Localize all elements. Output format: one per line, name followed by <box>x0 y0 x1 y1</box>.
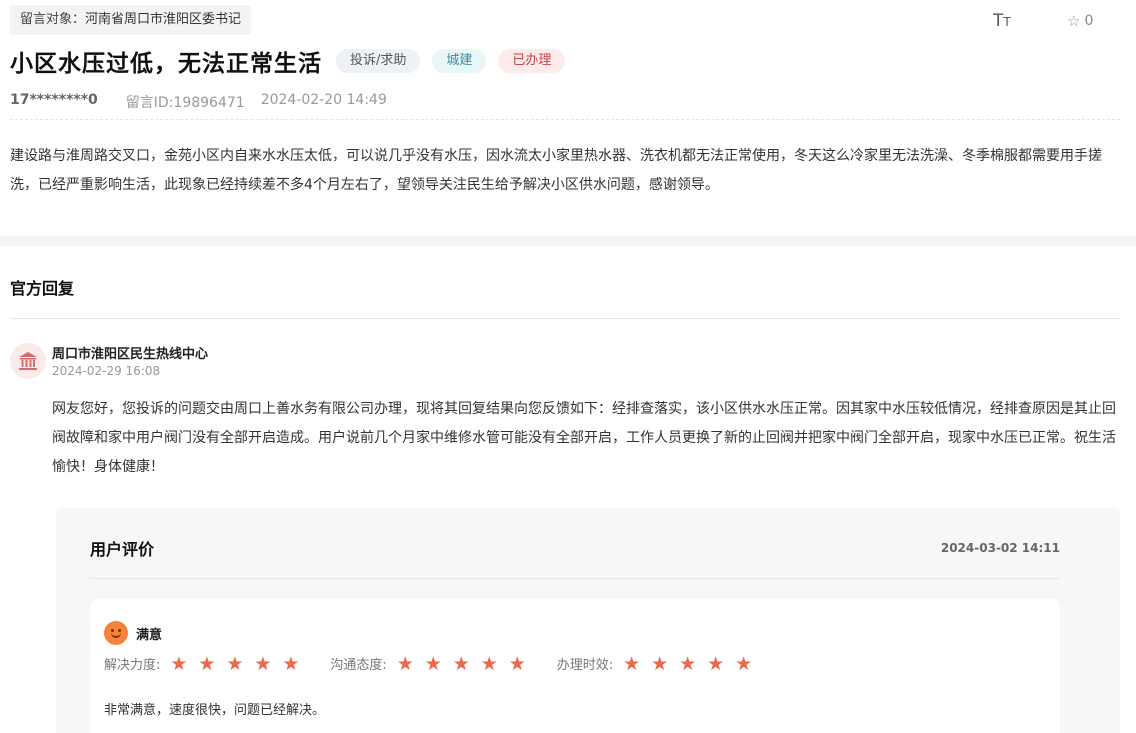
star-icon: ★ <box>198 652 216 675</box>
rating-resolution: 解决力度: ★ ★ ★ ★ ★ <box>104 654 300 673</box>
star-icon: ★ <box>396 652 414 675</box>
star-icon: ★ <box>707 652 725 675</box>
star-icon: ★ <box>254 652 272 675</box>
star-icon: ★ <box>651 652 669 675</box>
star-icon: ★ <box>623 652 641 675</box>
star-outline-icon: ☆ <box>1067 12 1081 30</box>
smiley-face-icon <box>104 621 128 645</box>
star-icon: ★ <box>679 652 697 675</box>
favorite-count: 0 <box>1084 13 1094 29</box>
rating-communication: 沟通态度: ★ ★ ★ ★ ★ <box>330 654 526 673</box>
user-evaluation-card: 用户评价 2024-03-02 14:11 满意 解决力度: ★ ★ ★ ★ ★ 沟通态… <box>56 508 1120 733</box>
reply-time: 2024-02-29 16:08 <box>52 364 161 378</box>
message-title: 小区水压过低，无法正常生活 <box>10 51 322 77</box>
message-id: 留言ID:19896471 <box>125 95 245 111</box>
government-building-icon <box>10 343 46 379</box>
author-phone: 17********0 <box>10 92 98 108</box>
message-target-chip: 留言对象：河南省周口市淮阳区委书记 <box>10 5 252 35</box>
evaluation-title: 用户评价 <box>90 540 155 559</box>
divider <box>90 578 1060 579</box>
rating-label: 解决力度: <box>104 658 161 673</box>
rating-label: 沟通态度: <box>330 658 387 673</box>
star-icon: ★ <box>452 652 470 675</box>
tag-type: 投诉/求助 <box>336 49 421 73</box>
star-icon: ★ <box>508 652 526 675</box>
evaluation-mood: 满意 <box>104 621 162 645</box>
reply-org-name: 周口市淮阳区民生热线中心 <box>52 347 209 362</box>
star-rating: ★ ★ ★ ★ ★ <box>396 652 527 675</box>
target-value: 河南省周口市淮阳区委书记 <box>85 12 242 27</box>
star-icon: ★ <box>226 652 244 675</box>
tag-status: 已办理 <box>498 49 566 73</box>
divider <box>10 318 1120 319</box>
favorite-button[interactable]: ☆ 0 <box>1067 12 1093 30</box>
evaluation-detail: 满意 解决力度: ★ ★ ★ ★ ★ 沟通态度: ★ ★ ★ ★ ★ 办理时效: ★ ★ ★ ★ ★ 非… <box>90 599 1060 733</box>
tag-category: 城建 <box>432 49 487 73</box>
rating-timeliness: 办理时效: ★ ★ ★ ★ ★ <box>557 654 753 673</box>
font-size-toggle-icon[interactable]: TT <box>993 11 1011 31</box>
ratings-row: 解决力度: ★ ★ ★ ★ ★ 沟通态度: ★ ★ ★ ★ ★ 办理时效: ★ ★ ★ ★ ★ <box>104 654 753 673</box>
message-meta: 17********0 留言ID:19896471 2024-02-20 14:… <box>10 92 387 112</box>
star-icon: ★ <box>735 652 753 675</box>
reply-content: 网友您好，您投诉的问题交由周口上善水务有限公司办理，现将其回复结果向您反馈如下：… <box>52 401 1116 475</box>
star-icon: ★ <box>424 652 442 675</box>
message-datetime: 2024-02-20 14:49 <box>260 92 387 108</box>
title-row: 小区水压过低，无法正常生活 投诉/求助 城建 已办理 <box>10 44 577 78</box>
rating-label: 办理时效: <box>556 658 614 673</box>
target-label: 留言对象： <box>20 12 86 27</box>
star-rating: ★ ★ ★ ★ ★ <box>623 652 753 675</box>
star-icon: ★ <box>282 652 300 675</box>
star-icon: ★ <box>480 652 498 675</box>
evaluation-time: 2024-03-02 14:11 <box>940 541 1060 555</box>
official-reply-title: 官方回复 <box>10 279 75 298</box>
section-separator <box>0 236 1136 246</box>
star-rating: ★ ★ ★ ★ ★ <box>170 652 300 675</box>
evaluation-comment: 非常满意，速度很快，问题已经解决。 <box>104 703 326 718</box>
mood-label: 满意 <box>136 627 163 643</box>
star-icon: ★ <box>170 652 188 675</box>
divider <box>10 119 1120 120</box>
message-content: 建设路与淮周路交叉口，金苑小区内自来水水压太低，可以说几乎没有水压，因水流太小家… <box>10 148 1102 193</box>
